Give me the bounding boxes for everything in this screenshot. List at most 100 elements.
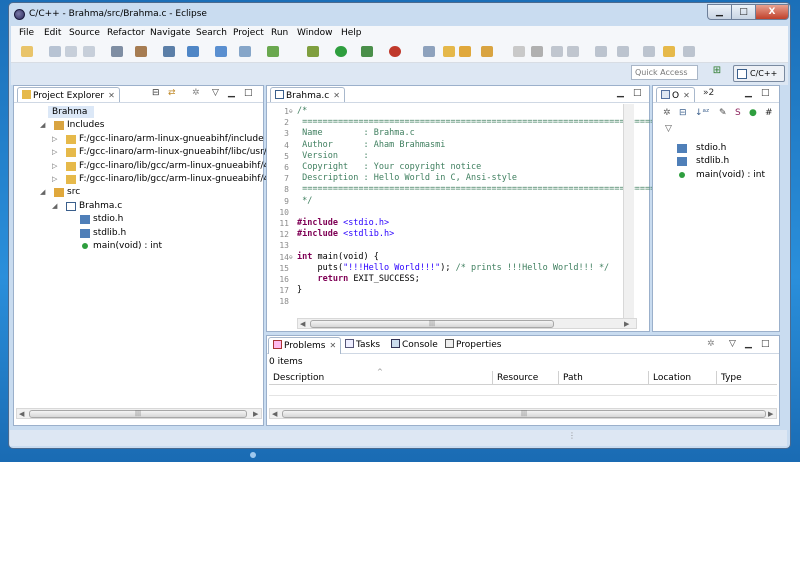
scroll-right-icon[interactable]: ▶ [624, 320, 629, 328]
expanded-arrow-icon[interactable]: ◢ [40, 119, 45, 131]
save-all-icon[interactable] [65, 46, 77, 57]
collapsed-arrow-icon[interactable]: ▷ [52, 133, 57, 145]
pen-icon[interactable] [513, 46, 525, 57]
outline-filter-icon[interactable]: ✲ [663, 108, 671, 118]
tab-properties[interactable]: Properties [445, 339, 501, 350]
run-config-icon[interactable] [361, 46, 373, 57]
scroll-left-icon[interactable]: ◀ [272, 410, 277, 418]
tree-item[interactable]: ◢ Brahma.c [14, 200, 262, 212]
external-tools-icon[interactable] [389, 46, 401, 57]
tree-item[interactable]: main(void) : int [14, 240, 262, 252]
prev-annotation-icon[interactable] [617, 46, 629, 57]
code-line[interactable]: 11 #include <stdio.h> [267, 218, 617, 229]
code-line[interactable]: 4 Author : Aham Brahmasmi [267, 140, 617, 151]
binary-icon[interactable] [163, 46, 175, 57]
tab-brahma-c[interactable]: Brahma.c ✕ [270, 87, 345, 102]
tree-item[interactable]: stdlib.h [14, 227, 262, 239]
code-line[interactable]: 18 [267, 296, 617, 307]
code-line[interactable]: 8 ======================================… [267, 184, 691, 195]
menu-project[interactable]: Project [233, 28, 264, 38]
block-icon[interactable] [551, 46, 563, 57]
close-tab-icon[interactable]: ✕ [108, 91, 115, 100]
scroll-left-icon[interactable]: ◀ [300, 320, 305, 328]
tree-item[interactable]: Brahma [48, 106, 94, 118]
tab-tasks[interactable]: Tasks [345, 339, 380, 350]
maximize-button[interactable]: □ [731, 4, 756, 20]
view-menu-icon[interactable]: ▽ [212, 88, 219, 98]
open-type-icon[interactable] [443, 46, 455, 57]
sort-icon[interactable]: ↓ᵃᶻ [695, 108, 709, 118]
scroll-thumb[interactable]: ||| [282, 410, 766, 418]
code-line[interactable]: 10 [267, 207, 617, 218]
editor-vscroll[interactable] [623, 104, 634, 318]
debug-bug-icon[interactable] [307, 46, 319, 57]
scroll-thumb[interactable]: ||| [29, 410, 247, 418]
tab-problems[interactable]: Problems ✕ [268, 337, 342, 354]
project-explorer-hscroll[interactable]: ◀ ||| ▶ [16, 408, 262, 419]
close-button[interactable]: X [755, 4, 789, 20]
menu-search[interactable]: Search [196, 28, 227, 38]
link-with-editor-icon[interactable]: ⇄ [168, 88, 176, 98]
save-icon[interactable] [49, 46, 61, 57]
column-location[interactable]: Location [649, 371, 717, 385]
column-path[interactable]: Path [559, 371, 649, 385]
hide-fields-icon[interactable]: ✎ [719, 108, 727, 118]
code-line[interactable]: 6 Copyright : Your copyright notice [267, 162, 617, 173]
expanded-arrow-icon[interactable]: ◢ [52, 200, 57, 212]
maximize-view-icon[interactable]: □ [761, 339, 770, 349]
forward-arrow-icon[interactable] [683, 46, 695, 57]
next-annotation-icon[interactable] [595, 46, 607, 57]
minimize-button[interactable]: ▁ [707, 4, 732, 20]
close-tab-icon[interactable]: ✕ [333, 91, 340, 100]
hide-macros-icon[interactable]: # [765, 108, 773, 118]
minimize-view-icon[interactable]: ▁ [228, 88, 235, 98]
hide-static-icon[interactable]: S [735, 108, 741, 118]
view-filter-icon[interactable]: ✲ [707, 339, 715, 349]
toggle-mark-icon[interactable] [423, 46, 435, 57]
menu-edit[interactable]: Edit [44, 28, 61, 38]
quick-access-input[interactable]: Quick Access [631, 65, 698, 80]
code-line[interactable]: 2 ======================================… [267, 117, 691, 128]
tab-outline[interactable]: O ✕ [656, 87, 695, 102]
print-icon[interactable] [83, 46, 95, 57]
last-edit-icon[interactable] [643, 46, 655, 57]
problems-hscroll[interactable]: ◀ ||| ▶ [269, 408, 777, 419]
annotation-icon[interactable] [531, 46, 543, 57]
tree-item[interactable]: ◢ Includes [14, 119, 262, 131]
new-icon[interactable] [21, 46, 33, 57]
collapse-all-icon[interactable]: ⊟ [152, 88, 160, 98]
new-folder-icon[interactable] [215, 46, 227, 57]
status-drag-handle-icon[interactable]: ⋮ [568, 431, 576, 440]
maximize-view-icon[interactable]: □ [244, 88, 253, 98]
minimize-view-icon[interactable]: ▁ [745, 88, 752, 98]
back-arrow-icon[interactable] [663, 46, 675, 57]
code-line[interactable]: 9 */ [267, 196, 617, 207]
page-icon[interactable] [567, 46, 579, 57]
tab-console[interactable]: Console [391, 339, 438, 350]
tree-item[interactable]: ▷ F:/gcc-linaro/arm-linux-gnueabihf/libc/… [14, 146, 275, 158]
code-line[interactable]: 14 int main(void) {⊖ [267, 252, 617, 263]
collapsed-arrow-icon[interactable]: ▷ [52, 173, 57, 185]
code-line[interactable]: 3 Name : Brahma.c [267, 128, 617, 139]
view-menu-icon[interactable]: ▽ [729, 339, 736, 349]
collapsed-arrow-icon[interactable]: ▷ [52, 146, 57, 158]
code-line[interactable]: 7 Description : Hello World in C, Ansi-s… [267, 173, 617, 184]
expanded-arrow-icon[interactable]: ◢ [40, 186, 45, 198]
column-description[interactable]: Description ^ [269, 368, 493, 385]
menu-navigate[interactable]: Navigate [150, 28, 190, 38]
outline-expand-icon[interactable]: ▽ [665, 124, 672, 134]
code-line[interactable]: 16 return EXIT_SUCCESS; [267, 274, 617, 285]
run-icon[interactable] [335, 46, 347, 57]
scroll-left-icon[interactable]: ◀ [19, 410, 24, 418]
tab-project-explorer[interactable]: Project Explorer ✕ [17, 87, 120, 102]
maximize-view-icon[interactable]: □ [633, 88, 642, 98]
code-line[interactable]: 1 /* ⊖ [267, 106, 617, 117]
new-c-project-icon[interactable] [187, 46, 199, 57]
menu-refactor[interactable]: Refactor [107, 28, 145, 38]
title-bar[interactable]: C/C++ - Brahma/src/Brahma.c - Eclipse ▁ … [9, 3, 790, 25]
code-line[interactable]: 13 [267, 240, 617, 251]
code-line[interactable]: 17} [267, 285, 617, 296]
perspective-c-cpp-button[interactable]: C/C++ [733, 65, 785, 82]
tree-item[interactable]: ▷ F:/gcc-linaro/lib/gcc/arm-linux-gnueabi… [14, 173, 278, 185]
column-resource[interactable]: Resource [493, 371, 559, 385]
